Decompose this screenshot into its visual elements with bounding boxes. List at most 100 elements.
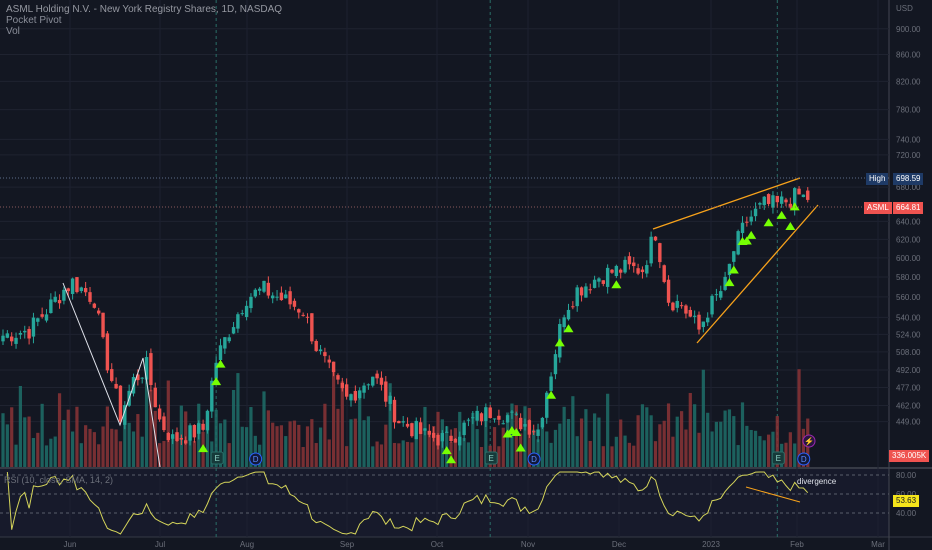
candle xyxy=(75,277,79,293)
volume-bar xyxy=(627,442,631,467)
volume-bar xyxy=(40,403,44,467)
candle xyxy=(475,410,479,421)
volume-bar xyxy=(601,446,605,467)
volume-bar xyxy=(71,431,75,467)
time-axis-label: Jul xyxy=(155,540,165,549)
candle xyxy=(510,411,514,413)
candle xyxy=(579,287,584,296)
candle xyxy=(331,361,336,373)
candle xyxy=(362,385,366,393)
candle xyxy=(414,420,418,440)
price-axis-label: 540.00 xyxy=(896,313,921,322)
volume-bar xyxy=(88,428,92,467)
volume-bar xyxy=(697,432,701,467)
candle xyxy=(14,337,18,344)
time-axis-label: Oct xyxy=(431,540,444,549)
candle xyxy=(379,377,384,385)
candle xyxy=(401,421,405,423)
candle xyxy=(297,309,301,313)
rsi-value-tag: 53.63 xyxy=(893,495,920,507)
volume-bar xyxy=(101,426,105,467)
candle xyxy=(31,317,36,337)
candle xyxy=(166,433,170,440)
candle xyxy=(658,243,662,263)
price-axis-label: 860.00 xyxy=(896,50,921,59)
candle xyxy=(688,309,692,317)
candle xyxy=(201,423,205,430)
volume-bar xyxy=(793,443,797,467)
volume-bar xyxy=(545,431,549,467)
earnings-icon: E xyxy=(776,454,781,463)
candle xyxy=(649,236,653,264)
rsi-title[interactable]: RSI (10, close, SMA, 14, 2) xyxy=(4,475,113,485)
volume-bar xyxy=(79,443,83,467)
candle xyxy=(758,203,762,205)
price-axis-label: 524.00 xyxy=(896,330,921,339)
price-axis-label: 620.00 xyxy=(896,235,921,244)
candle xyxy=(562,317,566,328)
price-chart[interactable]: 900.00860.00820.00780.00740.00720.00680.… xyxy=(0,0,932,550)
candle xyxy=(732,251,736,262)
candle xyxy=(149,353,153,386)
symbol-title[interactable]: ASML Holding N.V. - New York Registry Sh… xyxy=(6,4,282,15)
candle xyxy=(775,195,779,203)
price-axis-label: 640.00 xyxy=(896,217,921,226)
price-axis-label: 477.00 xyxy=(896,383,921,392)
dividend-icon: D xyxy=(801,455,807,464)
volume-bar xyxy=(401,440,405,467)
candle xyxy=(523,424,527,427)
volume-bar xyxy=(680,411,684,467)
volume-bar xyxy=(727,409,732,467)
candle xyxy=(584,286,588,298)
candle xyxy=(192,424,197,438)
candle xyxy=(279,292,284,301)
volume-bar xyxy=(162,440,166,467)
time-axis-label: Nov xyxy=(521,540,535,549)
candle xyxy=(431,432,436,438)
candle xyxy=(223,337,227,349)
candle xyxy=(18,333,23,335)
volume-bar xyxy=(327,439,331,467)
volume-bar xyxy=(636,415,640,467)
candle xyxy=(170,434,175,439)
candle xyxy=(679,305,684,307)
dividend-icon: D xyxy=(253,455,259,464)
candle xyxy=(271,295,275,299)
candle xyxy=(645,265,649,274)
volume-bar xyxy=(762,440,766,467)
price-axis-label: 900.00 xyxy=(896,25,921,34)
indicator-vol[interactable]: Vol xyxy=(6,26,282,37)
candle xyxy=(623,259,627,273)
price-axis-label: 492.00 xyxy=(896,366,921,375)
volume-bar xyxy=(318,427,323,467)
candle xyxy=(36,318,40,322)
candle xyxy=(323,352,327,357)
candle xyxy=(27,328,31,339)
volume-bar xyxy=(688,392,692,467)
candle xyxy=(162,416,166,431)
candle xyxy=(640,269,645,273)
candle xyxy=(553,354,558,375)
volume-bar xyxy=(375,441,379,467)
volume-bar xyxy=(62,420,66,467)
volume-bar xyxy=(1,413,5,467)
candle xyxy=(445,431,449,433)
candle xyxy=(375,373,379,379)
rsi-axis-label: 80.00 xyxy=(896,471,917,480)
candle xyxy=(436,434,440,446)
volume-bar xyxy=(553,429,558,467)
last-price-tag: 664.81 xyxy=(893,202,924,214)
candle xyxy=(405,423,410,427)
indicator-pocket-pivot[interactable]: Pocket Pivot xyxy=(6,15,282,26)
candle xyxy=(358,390,362,399)
volume-bar xyxy=(658,424,662,467)
volume-bar xyxy=(797,369,801,467)
volume-bar xyxy=(345,446,349,467)
candle xyxy=(53,296,57,302)
volume-bar xyxy=(66,409,70,467)
candle xyxy=(97,310,101,314)
candle xyxy=(10,336,14,342)
volume-bar xyxy=(619,419,623,467)
time-axis-label: Feb xyxy=(790,540,804,549)
candle xyxy=(497,415,501,420)
